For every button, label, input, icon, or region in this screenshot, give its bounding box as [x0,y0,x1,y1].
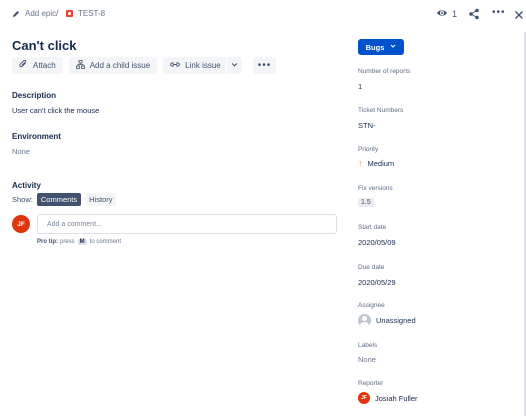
link-issue-button[interactable]: Link issue [163,57,226,74]
labels-value[interactable]: None [358,355,376,364]
tab-history[interactable]: History [85,193,117,206]
due-date-value[interactable]: 2020/05/29 [358,278,396,287]
activity-filter: Show: Comments History [12,193,117,206]
comment-input[interactable]: Add a comment... [37,214,337,234]
watch-button[interactable]: 1 [436,7,457,21]
eye-icon [436,7,448,21]
link-issue-label: Link issue [185,61,221,70]
unassigned-avatar-icon [358,314,371,327]
avatar: JF [12,215,30,233]
issue-key-link[interactable]: TEST-8 [66,9,105,18]
number-of-reports-label: Number of reports [358,68,411,75]
more-issue-actions-button[interactable]: ••• [252,57,277,74]
number-of-reports-value[interactable]: 1 [358,82,362,91]
activity-heading: Activity [12,181,41,190]
status-dropdown-button[interactable]: Bugs [358,39,404,55]
ticket-numbers-value[interactable]: STN- [358,121,376,130]
chevron-down-icon [231,61,238,70]
bug-icon [66,10,73,17]
pro-tip-pre: press [60,239,75,245]
link-issue-dropdown[interactable] [226,57,242,74]
fix-version-lozenge: 1.5 [358,198,374,207]
description-heading: Description [12,91,57,100]
reporter-label: Reporter [358,380,384,387]
share-icon [468,7,480,24]
fix-versions-label: Fix versions [358,185,393,192]
status-label: Bugs [365,42,385,52]
priority-text: Medium [367,158,395,168]
reporter-avatar: JF [358,392,370,404]
labels-label: Labels [358,342,378,349]
reporter-value[interactable]: JF Josiah Fuller [358,392,418,404]
priority-label: Priority [358,146,379,153]
due-date-label: Due date [358,264,385,271]
close-icon [514,7,524,24]
paperclip-icon [19,59,28,71]
add-epic-label: Add epic [25,9,57,18]
hierarchy-icon [75,60,85,71]
ellipsis-icon: ••• [492,7,506,18]
start-date-label: Start date [358,224,387,231]
attach-label: Attach [33,61,56,70]
pro-tip: Pro tip: press M to comment [37,239,121,245]
environment-value[interactable]: None [12,147,30,156]
environment-heading: Environment [12,132,61,141]
add-epic-link[interactable]: Add epic [12,9,56,18]
breadcrumb-separator: / [56,8,59,18]
priority-medium-icon: ↑ [358,158,363,168]
assignee-label: Assignee [358,302,385,309]
pencil-icon [12,10,20,18]
tab-comments[interactable]: Comments [36,193,82,206]
ticket-numbers-label: Ticket Numbers [358,107,404,114]
priority-value[interactable]: ↑ Medium [358,158,394,168]
pro-tip-label: Pro tip: [37,239,58,245]
watch-count: 1 [452,9,458,19]
issue-actions: Attach Add a child issue Link issue ••• [12,57,282,74]
issue-header-bar: Add epic / TEST-8 1 ••• [0,0,526,30]
add-child-issue-label: Add a child issue [89,61,151,70]
share-button[interactable] [468,7,480,25]
description-text[interactable]: User can't click the mouse [12,106,99,115]
fix-versions-value[interactable]: 1.5 [358,198,374,207]
ellipsis-icon: ••• [257,59,272,71]
more-actions-button[interactable]: ••• [492,7,506,18]
pro-tip-post: to comment [89,239,122,245]
chevron-down-icon [390,43,396,51]
add-child-issue-button[interactable]: Add a child issue [68,57,158,74]
close-button[interactable] [514,7,524,25]
show-label: Show: [12,195,33,204]
attach-button[interactable]: Attach [12,57,63,74]
link-icon [170,60,180,71]
shortcut-key: M [77,239,87,245]
issue-title[interactable]: Can't click [12,38,77,53]
start-date-value[interactable]: 2020/05/09 [358,238,396,247]
assignee-value[interactable]: Unassigned [358,314,416,327]
issue-key: TEST-8 [78,9,106,18]
reporter-name: Josiah Fuller [375,393,418,403]
assignee-text: Unassigned [376,316,416,325]
